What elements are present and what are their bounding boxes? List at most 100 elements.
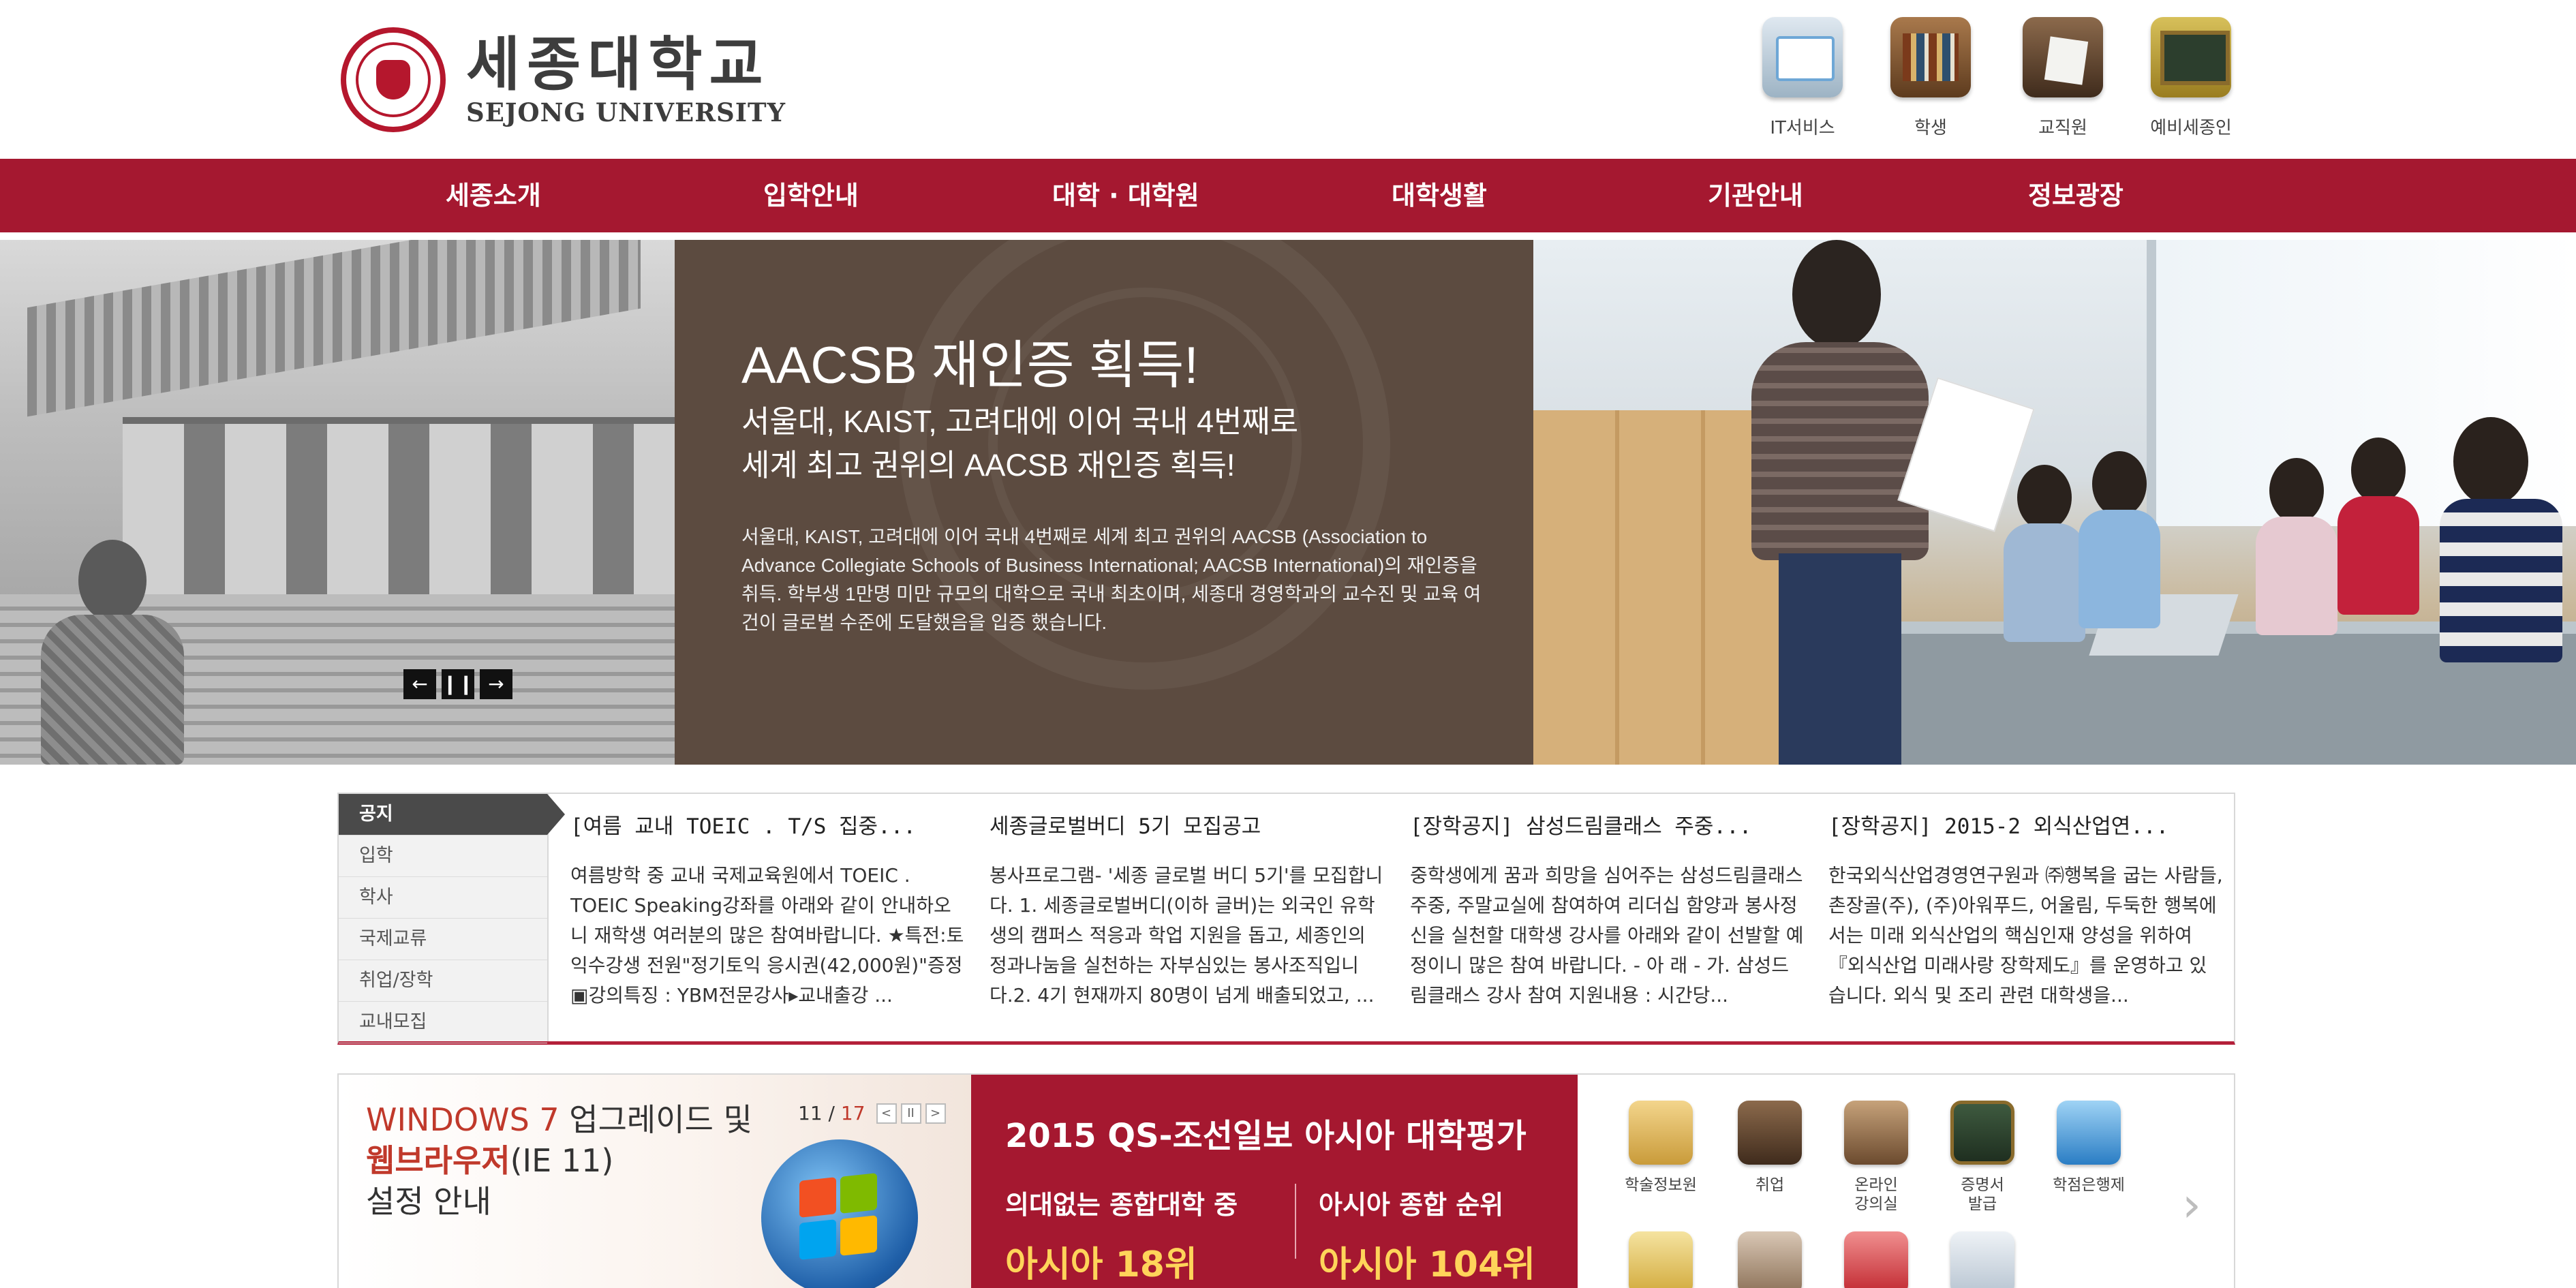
notice-item-title[interactable]: [여름 교내 TOEIC . T/S 집중... bbox=[570, 809, 966, 840]
quick-link-student[interactable]: 학생 bbox=[1880, 17, 1982, 139]
qs-ranking-promo[interactable]: 2015 QS-조선일보 아시아 대학평가 의대없는 종합대학 중 아시아 종합… bbox=[971, 1075, 1578, 1288]
pager-total: 17 bbox=[840, 1102, 865, 1124]
notice-tabs: 공지 입학 학사 국제교류 취업/장학 교내모집 bbox=[339, 794, 565, 1043]
pager-pause-button[interactable]: II bbox=[900, 1103, 921, 1124]
windows-logo-green bbox=[840, 1173, 877, 1214]
slide-controls: ← ❙❙ → bbox=[403, 669, 512, 699]
banner-subtitle-line-2: 세계 최고 권위의 AACSB 재인증 획득! bbox=[741, 448, 1236, 482]
nav-item-campus-life[interactable]: 대학생활 bbox=[1392, 159, 1487, 232]
header: 세종대학교 SEJONG UNIVERSITY IT서비스 학생 교직원 예비세… bbox=[0, 0, 2576, 159]
notice-item-title[interactable]: [장학공지] 삼성드림클래스 주중... bbox=[1410, 809, 1805, 840]
badge-icon bbox=[2057, 1101, 2121, 1165]
notice-item-title[interactable]: 세종글로벌버디 5기 모집공고 bbox=[990, 809, 1385, 840]
seated-body bbox=[2256, 517, 2337, 635]
nav-item-institutions[interactable]: 기관안내 bbox=[1708, 159, 1803, 232]
quick-link-label: 교직원 bbox=[2038, 118, 2087, 138]
news-icon bbox=[1950, 1231, 2014, 1288]
seated-body bbox=[2440, 499, 2562, 662]
presenter-figure bbox=[1738, 240, 1929, 765]
banner-text-panel[interactable]: AACSB 재인증 획득! 서울대, KAIST, 고려대에 이어 국내 4번째… bbox=[675, 240, 1533, 765]
slide-prev-button[interactable]: ← bbox=[403, 669, 436, 699]
service-library[interactable]: 학술정보원 bbox=[1613, 1101, 1708, 1195]
palace-wall bbox=[123, 417, 675, 608]
promo-windows-label: WINDOWS 7 bbox=[366, 1101, 559, 1138]
notice-item-desc: 중학생에게 꿈과 희망을 심어주는 삼성드림클래스 주중, 주말교실에 참여하여… bbox=[1410, 864, 1804, 1007]
pager-count: 11 / 17 bbox=[798, 1102, 865, 1124]
pager-prev-button[interactable]: < bbox=[876, 1103, 897, 1124]
slide-next-button[interactable]: → bbox=[480, 669, 512, 699]
notice-item-title[interactable]: [장학공지] 2015-2 외식산업연... bbox=[1828, 809, 2224, 840]
pager-current: 11 bbox=[798, 1102, 823, 1124]
id-card-icon bbox=[1629, 1101, 1693, 1165]
banner-body: 서울대, KAIST, 고려대에 이어 국내 4번째로 세계 최고 권위의 AA… bbox=[741, 526, 1482, 633]
service-shortcuts: 학술정보원 취업 온라인 강의실 증명서 발급 학점은행제 › bbox=[1613, 1075, 2234, 1288]
seated-figure bbox=[2337, 438, 2419, 615]
presenter-legs bbox=[1779, 553, 1901, 765]
service-search-doc[interactable] bbox=[1722, 1231, 1818, 1288]
service-certificate[interactable]: 증명서 발급 bbox=[1935, 1101, 2030, 1214]
quick-link-prospective[interactable]: 예비세종인 bbox=[2140, 17, 2242, 139]
bookshelf-icon bbox=[1890, 17, 1971, 97]
tab-career-scholarship[interactable]: 취업/장학 bbox=[339, 960, 547, 1002]
service-label: 증명서 발급 bbox=[1961, 1176, 2004, 1213]
nav-item-colleges[interactable]: 대학 · 대학원 bbox=[1052, 159, 1199, 232]
tab-academic[interactable]: 학사 bbox=[339, 877, 547, 919]
banner-subtitle: 서울대, KAIST, 고려대에 이어 국내 4번째로 세계 최고 권위의 AA… bbox=[741, 400, 1298, 487]
banner-subtitle-line-1: 서울대, KAIST, 고려대에 이어 국내 4번째로 bbox=[741, 404, 1299, 439]
notice-item: [장학공지] 삼성드림클래스 주중... 중학생에게 꿈과 희망을 심어주는 삼… bbox=[1410, 809, 1805, 1041]
seated-figure bbox=[2440, 417, 2562, 662]
notice-item-desc: 여름방학 중 교내 국제교육원에서 TOEIC . TOEIC Speaking… bbox=[570, 864, 964, 1007]
tab-campus-recruit[interactable]: 교내모집 bbox=[339, 1002, 547, 1043]
service-news[interactable] bbox=[1935, 1231, 2030, 1288]
nav-item-info-plaza[interactable]: 정보광장 bbox=[2028, 159, 2123, 232]
seated-figure bbox=[2004, 465, 2085, 642]
windows-logo-icon bbox=[761, 1139, 918, 1288]
monitor-chat-icon bbox=[1762, 17, 1843, 97]
promo-line-2: 웹브라우저(IE 11) bbox=[366, 1136, 613, 1181]
main-banner: ← ❙❙ → AACSB 재인증 획득! 서울대, KAIST, 고려대에 이어… bbox=[0, 240, 2576, 765]
quick-link-label: IT서비스 bbox=[1770, 118, 1835, 138]
seated-head bbox=[2269, 458, 2324, 523]
alarm-clock-icon bbox=[1844, 1231, 1908, 1288]
services-next-arrow-icon[interactable]: › bbox=[2182, 1177, 2201, 1233]
service-credit-bank[interactable]: 학점은행제 bbox=[2041, 1101, 2136, 1195]
service-alarm[interactable] bbox=[1828, 1231, 1924, 1288]
student-figure bbox=[14, 540, 204, 765]
service-career[interactable]: 취업 bbox=[1722, 1101, 1818, 1195]
qs-title: 2015 QS-조선일보 아시아 대학평가 bbox=[1005, 1117, 1527, 1155]
banner-photo-classroom bbox=[1533, 240, 2576, 765]
seated-head bbox=[2017, 465, 2072, 530]
promo-upgrade-text: 업그레이드 및 bbox=[559, 1101, 752, 1138]
notice-item-desc: 한국외식산업경영연구원과 ㈜행복을 굽는 사람들, 촌장골(주), (주)아워푸… bbox=[1828, 864, 2223, 1007]
promo-line-1: WINDOWS 7 업그레이드 및 bbox=[366, 1095, 752, 1140]
service-online-class[interactable]: 온라인 강의실 bbox=[1828, 1101, 1924, 1214]
medal-icon bbox=[1629, 1231, 1693, 1288]
quick-link-faculty[interactable]: 교직원 bbox=[2012, 17, 2114, 139]
slide-pause-button[interactable]: ❙❙ bbox=[442, 669, 474, 699]
service-medal[interactable] bbox=[1613, 1231, 1708, 1288]
nav-item-about[interactable]: 세종소개 bbox=[446, 159, 541, 232]
quick-link-it-service[interactable]: IT서비스 bbox=[1751, 17, 1854, 139]
pager-separator: / bbox=[822, 1102, 841, 1124]
seated-body bbox=[2079, 510, 2160, 628]
service-label: 학술정보원 bbox=[1625, 1176, 1697, 1194]
tab-international[interactable]: 국제교류 bbox=[339, 919, 547, 960]
tab-notice[interactable]: 공지 bbox=[339, 794, 565, 835]
pager-next-button[interactable]: > bbox=[925, 1103, 946, 1124]
notice-board: 공지 입학 학사 국제교류 취업/장학 교내모집 [여름 교내 TOEIC . … bbox=[337, 793, 2235, 1045]
tab-admission[interactable]: 입학 bbox=[339, 835, 547, 877]
notice-item-desc: 봉사프로그램- '세종 글로벌 버디 5기'를 모집합니다. 1. 세종글로벌버… bbox=[990, 864, 1383, 1007]
promo-browser-label: 웹브라우저 bbox=[366, 1142, 510, 1179]
service-label: 온라인 강의실 bbox=[1854, 1176, 1898, 1213]
notice-item: [여름 교내 TOEIC . T/S 집중... 여름방학 중 교내 국제교육원… bbox=[570, 809, 966, 1041]
windows-upgrade-promo[interactable]: WINDOWS 7 업그레이드 및 웹브라우저(IE 11) 설정 안내 11 … bbox=[339, 1075, 972, 1288]
seated-figure bbox=[2256, 458, 2337, 635]
student-head bbox=[78, 540, 147, 622]
logo-name-ko: 세종대학교 bbox=[466, 31, 770, 99]
nav-item-admission[interactable]: 입학안내 bbox=[763, 159, 859, 232]
banner-photo-palace: ← ❙❙ → bbox=[0, 240, 675, 765]
blackboard-icon bbox=[1950, 1101, 2014, 1165]
university-logo[interactable]: 세종대학교 SEJONG UNIVERSITY bbox=[341, 27, 786, 132]
qs-divider bbox=[1295, 1184, 1296, 1259]
presenter-body bbox=[1751, 342, 1929, 560]
